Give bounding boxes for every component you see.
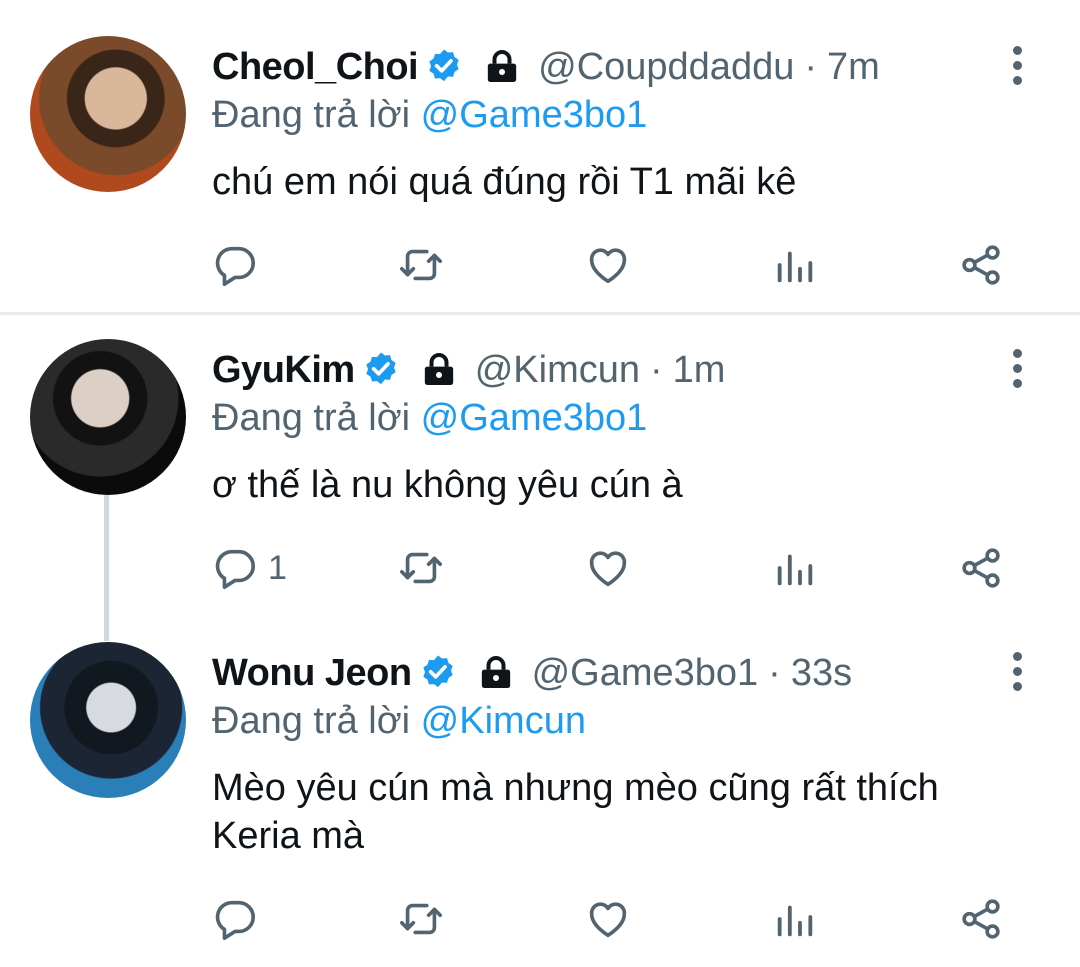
reply-mention-link[interactable]: @Kimcun: [421, 700, 586, 742]
display-name[interactable]: Wonu Jeon: [212, 648, 412, 698]
reply-mention-link[interactable]: @Game3bo1: [421, 94, 648, 136]
verified-badge-icon: [422, 655, 453, 688]
reply-icon: [215, 246, 255, 286]
share-button[interactable]: [958, 894, 1004, 944]
more-vertical-icon[interactable]: [1000, 343, 1034, 393]
action-bar: [0, 240, 1080, 290]
separator-dot: ·: [650, 349, 663, 391]
replying-to-line: Đang trả lời @Game3bo1: [212, 92, 647, 138]
tweet-header: Wonu Jeon @Game3bo1 · 33s: [212, 648, 852, 698]
reply-count: 1: [268, 548, 287, 587]
tweet-header: GyuKim @Kimcun · 1m: [212, 345, 725, 395]
like-icon: [589, 902, 627, 938]
reply-mention-link[interactable]: @Game3bo1: [421, 397, 648, 439]
share-button[interactable]: [958, 543, 1004, 593]
avatar[interactable]: [30, 339, 186, 495]
share-button[interactable]: [958, 240, 1004, 290]
analytics-button[interactable]: [772, 240, 818, 290]
separator-dot: ·: [768, 652, 781, 694]
reply-button[interactable]: 1: [212, 543, 287, 593]
user-handle[interactable]: @Kimcun: [475, 345, 640, 395]
lock-icon: [424, 353, 453, 385]
replying-to-label: Đang trả lời: [212, 700, 411, 742]
like-icon: [589, 551, 627, 587]
share-icon: [962, 548, 1000, 588]
retweet-button[interactable]: [398, 240, 444, 290]
replying-to-line: Đang trả lời @Game3bo1: [212, 395, 647, 441]
thread-connector-line: [104, 495, 109, 641]
retweet-button[interactable]: [398, 894, 444, 944]
tweet-text: ơ thế là nu không yêu cún à: [212, 464, 683, 506]
tweet[interactable]: Cheol_Choi @Coupddaddu · 7m Đang trả lời…: [0, 0, 1080, 312]
user-handle[interactable]: @Game3bo1: [532, 648, 759, 698]
analytics-icon: [777, 251, 813, 283]
retweet-icon: [400, 903, 442, 935]
more-vertical-icon[interactable]: [1000, 646, 1034, 696]
reply-icon: [215, 900, 255, 940]
verified-badge-icon: [429, 49, 459, 82]
avatar[interactable]: [30, 36, 186, 192]
share-icon: [962, 245, 1000, 285]
analytics-icon: [777, 905, 813, 937]
display-name[interactable]: GyuKim: [212, 345, 355, 395]
replying-to-label: Đang trả lời: [212, 94, 411, 136]
reply-button[interactable]: [212, 894, 268, 944]
analytics-button[interactable]: [772, 543, 818, 593]
user-handle[interactable]: @Coupddaddu: [538, 42, 794, 92]
reply-icon: [215, 549, 255, 589]
tweet[interactable]: GyuKim @Kimcun · 1m Đang trả lời @Game3b…: [0, 315, 1080, 642]
like-button[interactable]: [585, 240, 631, 290]
action-bar: [0, 894, 1080, 944]
replying-to-line: Đang trả lời @Kimcun: [212, 698, 586, 744]
more-vertical-icon[interactable]: [1000, 40, 1034, 90]
retweet-button[interactable]: [398, 543, 444, 593]
like-button[interactable]: [585, 894, 631, 944]
avatar[interactable]: [30, 642, 186, 798]
timestamp[interactable]: 7m: [827, 42, 880, 92]
replying-to-label: Đang trả lời: [212, 397, 411, 439]
display-name[interactable]: Cheol_Choi: [212, 42, 419, 92]
timestamp[interactable]: 33s: [791, 648, 852, 698]
like-button[interactable]: [585, 543, 631, 593]
separator-dot: ·: [804, 46, 818, 88]
tweet[interactable]: Wonu Jeon @Game3bo1 · 33s Đang trả lời @…: [0, 642, 1080, 967]
analytics-icon: [777, 554, 813, 586]
tweet-text: Mèo yêu cún mà nhưng mèo cũng rất thích …: [212, 767, 939, 857]
lock-icon: [487, 50, 517, 82]
verified-badge-icon: [366, 352, 396, 385]
lock-icon: [481, 656, 510, 688]
share-icon: [962, 899, 1000, 939]
reply-button[interactable]: [212, 240, 268, 290]
timestamp[interactable]: 1m: [673, 345, 726, 395]
action-bar: 1: [0, 543, 1080, 593]
tweet-text: chú em nói quá đúng rồi T1 mãi kê: [212, 161, 797, 203]
retweet-icon: [400, 552, 442, 584]
tweet-header: Cheol_Choi @Coupddaddu · 7m: [212, 42, 880, 92]
analytics-button[interactable]: [772, 894, 818, 944]
retweet-icon: [400, 249, 442, 281]
like-icon: [589, 248, 627, 284]
